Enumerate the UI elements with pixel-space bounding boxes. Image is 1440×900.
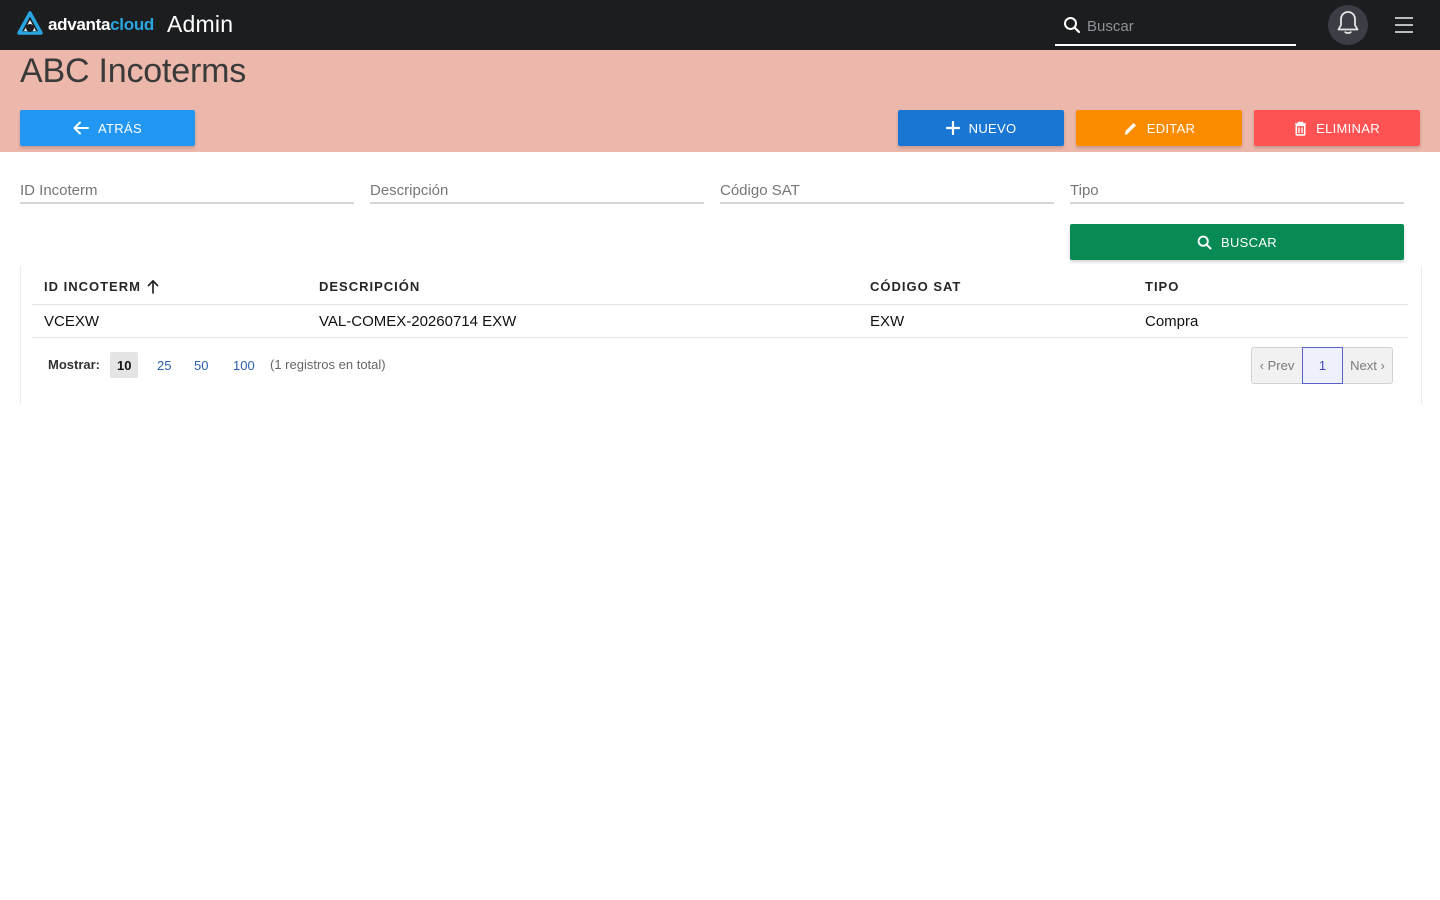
search-icon	[1197, 235, 1212, 249]
column-header-type[interactable]: TIPO	[1145, 279, 1179, 294]
bell-icon	[1336, 10, 1360, 41]
delete-button-label: ELIMINAR	[1316, 120, 1380, 136]
page-size-option[interactable]: 50	[187, 352, 215, 378]
results-card	[20, 266, 1422, 404]
column-header-sat-code[interactable]: CÓDIGO SAT	[870, 279, 961, 294]
back-button[interactable]: ATRÁS	[20, 110, 195, 146]
search-button-label: BUSCAR	[1221, 234, 1277, 250]
pagination-control: ‹ Prev 1 Next ›	[1251, 347, 1393, 384]
edit-button-label: EDITAR	[1146, 120, 1196, 136]
sat-code-filter	[720, 178, 1054, 204]
brand-name: advantacloud	[48, 15, 154, 35]
sat-code-input[interactable]	[720, 178, 1054, 202]
description-filter	[370, 178, 704, 204]
cell-type: Compra	[1145, 313, 1199, 330]
notifications-button[interactable]	[1328, 5, 1368, 45]
arrow-left-icon	[73, 121, 90, 135]
brand-logo[interactable]: advantacloud	[16, 11, 154, 39]
cell-description: VAL-COMEX-20260714 EXW	[319, 313, 517, 330]
edit-button[interactable]: EDITAR	[1076, 110, 1242, 146]
search-icon	[1063, 16, 1081, 39]
next-page-button[interactable]: Next ›	[1343, 348, 1392, 383]
plus-icon	[945, 121, 960, 135]
new-button-label: NUEVO	[968, 120, 1017, 136]
column-header-incoterm-id[interactable]: ID INCOTERM	[44, 279, 159, 294]
advanta-logo-icon	[16, 11, 44, 39]
hamburger-menu-icon[interactable]	[1393, 17, 1415, 35]
page-size-label: Mostrar:	[48, 357, 101, 372]
column-header-description[interactable]: DESCRIPCIÓN	[319, 279, 420, 294]
page-title: ABC Incoterms	[20, 52, 247, 90]
total-records: (1 registros en total)	[270, 357, 386, 372]
cell-incoterm-id: VCEXW	[44, 313, 100, 330]
search-button[interactable]: BUSCAR	[1070, 224, 1404, 260]
back-button-label: ATRÁS	[98, 120, 142, 136]
current-page-button[interactable]: 1	[1302, 347, 1343, 384]
column-header-label: DESCRIPCIÓN	[319, 279, 421, 294]
description-input[interactable]	[370, 178, 704, 202]
new-button[interactable]: NUEVO	[898, 110, 1064, 146]
table-header-divider	[32, 304, 1408, 305]
cell-sat-code: EXW	[870, 313, 905, 330]
sort-ascending-icon	[147, 279, 159, 294]
global-search-input[interactable]	[1087, 14, 1287, 38]
page-size-option[interactable]: 25	[150, 352, 178, 378]
incoterm-id-input[interactable]	[20, 178, 354, 202]
delete-button[interactable]: ELIMINAR	[1254, 110, 1420, 146]
prev-page-button[interactable]: ‹ Prev	[1252, 348, 1302, 383]
app-title: Admin	[167, 11, 234, 37]
page-size-option[interactable]: 10	[110, 352, 139, 378]
trash-icon	[1295, 121, 1307, 136]
column-header-label: TIPO	[1145, 279, 1180, 294]
brand-suffix: cloud	[110, 15, 154, 34]
table-row-divider	[32, 337, 1408, 338]
page-size-option[interactable]: 100	[226, 352, 262, 378]
type-input[interactable]	[1070, 178, 1404, 202]
pencil-icon	[1124, 122, 1136, 135]
incoterm-id-filter	[20, 178, 354, 204]
top-navbar: advantacloud Admin	[0, 0, 1440, 50]
type-filter	[1070, 178, 1404, 204]
column-header-label: CÓDIGO SAT	[870, 279, 962, 294]
column-header-label: ID INCOTERM	[44, 279, 141, 294]
global-search	[1055, 6, 1296, 46]
brand-prefix: advanta	[48, 15, 111, 34]
